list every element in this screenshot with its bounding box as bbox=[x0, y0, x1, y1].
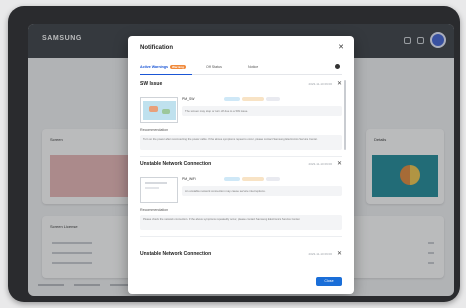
tag bbox=[242, 97, 264, 101]
tag bbox=[266, 97, 280, 101]
notification-time: 2023-11-10 09:00 bbox=[308, 82, 332, 86]
notification-title: Unstable Network Connection bbox=[140, 161, 212, 167]
notification-header: Unstable Network Connection 2023-11-10 0… bbox=[140, 160, 342, 170]
dialog-title: Notification bbox=[140, 45, 173, 51]
recommendation-box: Turn on the power after reconnecting the… bbox=[140, 135, 342, 150]
tab-notice[interactable]: Notice bbox=[248, 65, 258, 69]
notification-title: SW Issue bbox=[140, 81, 163, 87]
notification-time: 2023-11-10 09:00 bbox=[308, 162, 332, 166]
tag bbox=[224, 177, 240, 181]
dismiss-icon[interactable]: ✕ bbox=[337, 250, 342, 257]
divider bbox=[140, 236, 342, 237]
tab-label: Active Warnings bbox=[140, 65, 169, 69]
map-thumbnail bbox=[143, 101, 176, 120]
divider bbox=[140, 156, 342, 157]
tag bbox=[242, 177, 264, 181]
close-icon[interactable]: ✕ bbox=[338, 43, 344, 51]
recommendation-text: Turn on the power after reconnecting the… bbox=[143, 138, 318, 141]
scrollbar[interactable] bbox=[344, 80, 346, 150]
recommendation-text: Please check the network connection. If … bbox=[143, 218, 301, 221]
tag bbox=[224, 97, 240, 101]
screen-preview bbox=[140, 177, 178, 203]
screen: SAMSUNG Screen Details Screen License No… bbox=[28, 24, 454, 296]
recommendation-label: Recommendation bbox=[140, 208, 169, 212]
notification-dialog: Notification ✕ Active Warnings Warning Of… bbox=[128, 36, 354, 294]
description-box: The screen may stop or turn off due to a… bbox=[182, 106, 342, 116]
notification-header: SW Issue 2023-11-10 09:00 ✕ bbox=[140, 80, 342, 90]
recommendation-box: Please check the network connection. If … bbox=[140, 215, 342, 230]
notification-time: 2023-11-10 09:00 bbox=[308, 252, 332, 256]
device-tags bbox=[224, 177, 280, 181]
gear-icon[interactable] bbox=[335, 64, 340, 69]
notification-list[interactable]: SW Issue 2023-11-10 09:00 ✕ PM_SW The sc… bbox=[140, 78, 348, 276]
tab-bar: Active Warnings Warning Off Status Notice bbox=[140, 63, 342, 75]
notification-title: Unstable Network Connection bbox=[140, 251, 212, 257]
tab-active-warnings[interactable]: Active Warnings Warning bbox=[140, 65, 186, 70]
device-name: PM_WiFi bbox=[182, 177, 196, 181]
device-tags bbox=[224, 97, 280, 101]
description-box: An unstable network connection may cause… bbox=[182, 186, 342, 196]
recommendation-label: Recommendation bbox=[140, 128, 169, 132]
tag bbox=[266, 177, 280, 181]
screen-preview bbox=[140, 97, 178, 123]
description-text: An unstable network connection may cause… bbox=[185, 189, 266, 193]
close-button[interactable]: Close bbox=[316, 277, 342, 286]
description-text: The screen may stop or turn off due to a… bbox=[185, 109, 249, 113]
dismiss-icon[interactable]: ✕ bbox=[337, 160, 342, 167]
warning-badge: Warning bbox=[170, 65, 186, 70]
tablet-frame: SAMSUNG Screen Details Screen License No… bbox=[8, 6, 460, 302]
dismiss-icon[interactable]: ✕ bbox=[337, 80, 342, 87]
device-name: PM_SW bbox=[182, 97, 195, 101]
tab-off-status[interactable]: Off Status bbox=[206, 65, 222, 69]
notification-header: Unstable Network Connection 2023-11-10 0… bbox=[140, 250, 342, 260]
tab-indicator bbox=[140, 73, 192, 75]
